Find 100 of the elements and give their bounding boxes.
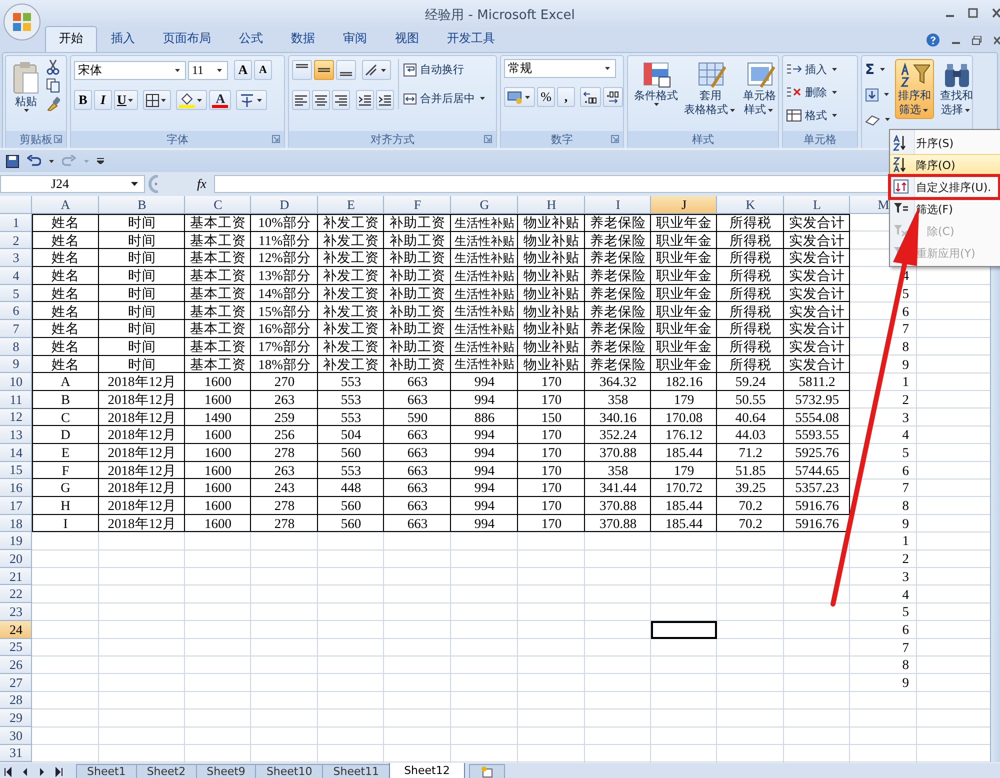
- ribbon-tab[interactable]: 开始: [45, 26, 97, 52]
- copy-icon[interactable]: [46, 78, 60, 93]
- insert-function-button[interactable]: fx: [197, 176, 206, 192]
- align-button[interactable]: [332, 90, 350, 110]
- column-header[interactable]: A: [32, 196, 99, 214]
- row-header[interactable]: 10: [0, 373, 32, 391]
- cells-menu-button[interactable]: 插入: [786, 59, 839, 80]
- ribbon-tab[interactable]: 公式: [225, 26, 277, 52]
- caret-icon[interactable]: [923, 108, 928, 112]
- shrink-font-button[interactable]: A: [254, 60, 272, 80]
- number-format-select[interactable]: 常规: [504, 59, 616, 78]
- caret-icon[interactable]: [197, 98, 202, 102]
- autosum-button[interactable]: Σ: [865, 59, 892, 80]
- caret-icon[interactable]: [832, 68, 837, 71]
- caret-icon[interactable]: [768, 108, 773, 112]
- ribbon-button[interactable]: 排序和 筛选: [895, 59, 934, 119]
- customize-toolbar-icon[interactable]: [97, 158, 104, 164]
- close-icon[interactable]: [992, 8, 1000, 18]
- restore-icon[interactable]: [972, 36, 982, 44]
- caret-icon[interactable]: [880, 68, 885, 71]
- indent-button[interactable]: [356, 90, 374, 110]
- maximize-icon[interactable]: [968, 8, 978, 18]
- fill-color-button[interactable]: [176, 90, 208, 110]
- caret-icon[interactable]: [654, 103, 658, 106]
- ribbon-tab[interactable]: 审阅: [329, 26, 381, 52]
- row-header[interactable]: 24: [0, 620, 32, 638]
- row-header[interactable]: 3: [0, 249, 32, 268]
- caret-icon[interactable]: [161, 98, 166, 102]
- caret-icon[interactable]: [175, 68, 180, 72]
- currency-button[interactable]: [504, 87, 535, 107]
- column-header[interactable]: C: [185, 196, 251, 214]
- indent-button[interactable]: [376, 90, 394, 110]
- align-button[interactable]: [292, 60, 312, 80]
- dialog-launcher-icon[interactable]: [54, 135, 62, 143]
- phonetic-button[interactable]: [236, 90, 268, 110]
- italic-button[interactable]: I: [94, 90, 112, 110]
- align-button[interactable]: [314, 60, 334, 80]
- row-header[interactable]: 13: [0, 426, 32, 444]
- dialog-launcher-icon[interactable]: [611, 135, 619, 143]
- first-sheet-icon[interactable]: [4, 766, 12, 776]
- close-icon[interactable]: [994, 36, 1000, 44]
- sheet-tab[interactable]: Sheet10: [255, 764, 324, 778]
- font-size-select[interactable]: 11: [188, 60, 228, 80]
- caret-icon[interactable]: [884, 93, 889, 96]
- row-header[interactable]: 28: [0, 692, 32, 710]
- scissors-icon[interactable]: [46, 59, 60, 75]
- menu-item[interactable]: 自定义排序(U).: [890, 176, 1000, 198]
- row-header[interactable]: 26: [0, 656, 32, 674]
- row-header[interactable]: 29: [0, 709, 32, 727]
- grow-font-button[interactable]: A: [234, 60, 252, 80]
- row-header[interactable]: 21: [0, 568, 32, 586]
- font-name-select[interactable]: 宋体: [74, 60, 186, 80]
- row-header[interactable]: 25: [0, 638, 32, 656]
- underline-button[interactable]: U: [114, 90, 138, 110]
- caret-icon[interactable]: [480, 97, 485, 100]
- sheet-tab[interactable]: Sheet2: [136, 764, 197, 778]
- row-header[interactable]: 6: [0, 302, 32, 320]
- row-header[interactable]: 15: [0, 462, 32, 480]
- increase-decimal-button[interactable]: [580, 87, 601, 107]
- caret-icon[interactable]: [525, 96, 530, 98]
- percent-button[interactable]: %: [537, 87, 555, 107]
- caret-icon[interactable]: [730, 108, 735, 112]
- row-header[interactable]: 19: [0, 532, 32, 550]
- column-header[interactable]: F: [384, 196, 451, 214]
- caret-icon[interactable]: [217, 68, 222, 72]
- column-header[interactable]: B: [99, 196, 185, 214]
- last-sheet-icon[interactable]: [55, 766, 63, 776]
- style-button[interactable]: 条件格式: [631, 59, 681, 108]
- caret-icon[interactable]: [131, 182, 138, 186]
- decrease-decimal-button[interactable]: [603, 87, 623, 107]
- row-header[interactable]: 22: [0, 585, 32, 604]
- sheet-tab[interactable]: Sheet9: [196, 764, 256, 778]
- row-header[interactable]: 12: [0, 408, 32, 426]
- ribbon-tab[interactable]: 页面布局: [149, 26, 225, 52]
- column-header[interactable]: L: [784, 196, 850, 214]
- menu-item[interactable]: 升序(S): [890, 132, 1000, 154]
- orientation-button[interactable]: [362, 60, 391, 80]
- merge-center-button[interactable]: 合并后居中: [403, 88, 487, 109]
- row-header[interactable]: 4: [0, 267, 32, 285]
- caret-icon[interactable]: [832, 91, 837, 94]
- column-header[interactable]: G: [451, 196, 518, 214]
- ribbon-tab[interactable]: 视图: [381, 26, 433, 52]
- row-header[interactable]: 9: [0, 356, 32, 374]
- name-box[interactable]: J24: [0, 175, 145, 193]
- sheet-tab[interactable]: Sheet1: [76, 764, 137, 778]
- splitter-handle-icon[interactable]: [148, 175, 160, 193]
- save-icon[interactable]: [6, 154, 19, 168]
- bold-button[interactable]: B: [74, 90, 92, 110]
- row-header[interactable]: 16: [0, 479, 32, 497]
- caret-icon[interactable]: [257, 98, 262, 102]
- style-button[interactable]: 套用 表格格式: [681, 59, 740, 119]
- row-header[interactable]: 14: [0, 444, 32, 462]
- ribbon-tab[interactable]: 开发工具: [433, 26, 509, 52]
- row-header[interactable]: 5: [0, 284, 32, 302]
- row-header[interactable]: 27: [0, 674, 32, 692]
- style-button[interactable]: 单元格 样式: [740, 59, 779, 119]
- row-header[interactable]: 11: [0, 390, 32, 409]
- font-color-button[interactable]: A: [209, 90, 232, 110]
- wrap-text-button[interactable]: 自动换行: [403, 59, 487, 80]
- caret-icon[interactable]: [49, 160, 54, 162]
